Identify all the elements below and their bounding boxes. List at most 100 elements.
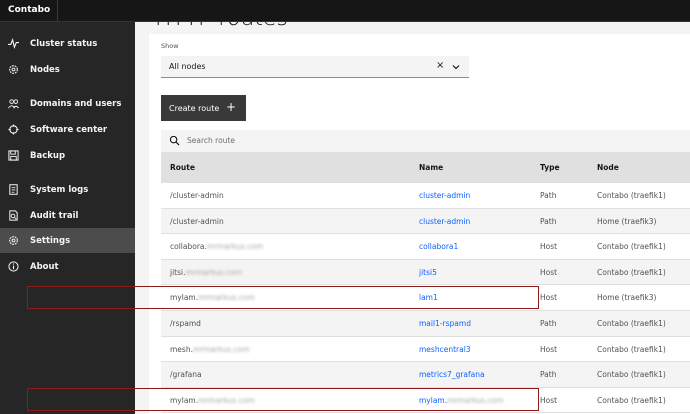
route-name-text: collabora1 [419,242,459,252]
users-icon [7,98,19,110]
route-node-cell: Home (traefik3) [597,293,657,303]
route-cell: /cluster-admin [170,217,224,226]
route-node-cell: Home (traefik3) [597,216,657,226]
chevron-down-icon[interactable] [451,62,461,72]
create-route-button[interactable]: Create route + [161,95,246,121]
audit-icon [7,210,19,222]
route-name-text: meshcentral3 [419,344,471,354]
route-cell: mesh.mrmarkus.com [170,345,249,354]
route-name-link[interactable]: cluster-admin [419,217,470,226]
route-type-cell: Host [540,293,558,303]
route-name-text: jitsi5 [419,267,437,277]
sidebar: Cluster status Nodes Domains and users S… [0,22,135,414]
sidebar-item-label: About [30,261,59,272]
sidebar-item-label: Domains and users [30,98,122,109]
sidebar-item-label: Software center [30,124,108,135]
route-type-cell: Path [540,370,557,380]
sidebar-item-backup[interactable]: Backup [0,143,135,168]
filter-label: Show [161,42,179,50]
route-name-text: cluster-admin [419,191,471,200]
table-row[interactable]: /grafana metrics7_grafana Path Contabo (tra… [161,362,690,388]
sidebar-item-cluster-status[interactable]: Cluster status [0,31,135,56]
route-node-cell: Contabo (traefik1) [597,370,666,380]
route-text: collabora. [170,242,207,252]
main-content: HTTP routes Show All nodes × Create rout… [135,22,690,414]
node-filter-select[interactable]: All nodes × [161,56,469,78]
route-domain-blurred: mrmarkus.com [206,242,264,252]
sidebar-item-nodes[interactable]: Nodes [0,57,135,82]
sidebar-item-label: Audit trail [30,210,79,221]
route-domain-blurred: mrmarkus.com [185,267,242,277]
route-cell: collabora.mrmarkus.com [170,242,263,251]
route-cell: /cluster-admin [170,191,224,200]
sidebar-item-about[interactable]: About [0,254,135,279]
search-route-input[interactable]: Search route [161,130,690,152]
route-text: mesh. [170,344,193,354]
plus-icon: + [225,100,236,114]
info-icon [7,261,19,273]
route-name-link[interactable]: collabora1 [419,242,458,251]
route-type-cell: Path [540,191,557,200]
route-type-cell: Path [540,319,557,328]
route-name-link[interactable]: metrics7_grafana [419,370,485,379]
page-title: HTTP routes [155,22,288,31]
activity-icon [7,38,19,50]
route-name-link[interactable]: jitsi5 [419,268,437,277]
route-name-link[interactable]: meshcentral3 [419,345,471,354]
clear-selection-icon[interactable]: × [436,60,444,71]
gear-icon [7,235,19,247]
sidebar-item-label: Backup [30,150,66,161]
search-icon [169,135,180,146]
sidebar-item-label: Cluster status [30,38,98,49]
highlight-box [27,388,539,411]
route-text: /cluster-admin [170,216,224,226]
sidebar-item-label: System logs [30,184,89,195]
table-header: Route Name Type Node [161,152,690,183]
table-row[interactable]: mesh.mrmarkus.com meshcentral3 Host Contabo… [161,336,690,363]
sidebar-item-software-center[interactable]: Software center [0,117,135,142]
column-header-route[interactable]: Route [170,163,195,172]
column-header-name[interactable]: Name [419,163,443,172]
route-name-link[interactable]: cluster-admin [419,191,470,200]
sidebar-item-settings[interactable]: Settings [0,228,135,253]
route-type-cell: Host [540,395,558,405]
route-node-cell: Contabo (traefik1) [597,191,666,200]
route-name-link[interactable]: mail1-rspamd [419,319,471,328]
app-brand[interactable]: Contabo [8,5,50,15]
sidebar-item-label: Settings [30,235,71,246]
route-text: /grafana [170,370,202,380]
table-row[interactable]: /rspamd mail1-rspamd Path Contabo (traefik1… [161,311,690,337]
node-filter-value: All nodes [169,62,206,71]
route-name-text: mail1-rspamd [419,319,471,328]
create-route-label: Create route [169,103,220,113]
route-node-cell: Contabo (traefik1) [597,319,666,328]
table-row[interactable]: /cluster-admin cluster-admin Path Contabo (… [161,183,690,209]
route-domain-blurred: mrmarkus.com [192,344,250,354]
route-name-text: cluster-admin [419,216,471,226]
route-node-cell: Contabo (traefik1) [597,267,666,277]
route-type-cell: Host [540,267,558,277]
top-bar: Contabo [0,0,690,22]
package-icon [7,124,19,136]
table-row[interactable]: collabora.mrmarkus.com collabora1 Host Cont… [161,234,690,260]
route-text: /cluster-admin [170,191,224,200]
route-text: jitsi. [170,267,186,277]
highlight-box [27,286,539,309]
sidebar-item-system-logs[interactable]: System logs [0,177,135,202]
route-cell: /grafana [170,370,202,379]
column-header-node[interactable]: Node [597,163,619,172]
route-cell: /rspamd [170,319,201,328]
table-row[interactable]: jitsi.mrmarkus.com jitsi5 Host Contabo (tra… [161,259,690,286]
route-name-text: metrics7_grafana [419,370,485,380]
route-text: /rspamd [170,319,201,328]
sidebar-item-domains-and-users[interactable]: Domains and users [0,91,135,116]
header-divider [57,0,58,22]
sidebar-item-audit-trail[interactable]: Audit trail [0,203,135,228]
route-node-cell: Contabo (traefik1) [597,395,666,405]
route-type-cell: Host [540,242,558,252]
save-icon [7,150,19,162]
table-row[interactable]: /cluster-admin cluster-admin Path Home (tra… [161,208,690,235]
route-type-cell: Host [540,344,558,354]
route-type-cell: Path [540,216,557,226]
column-header-type[interactable]: Type [540,163,560,172]
